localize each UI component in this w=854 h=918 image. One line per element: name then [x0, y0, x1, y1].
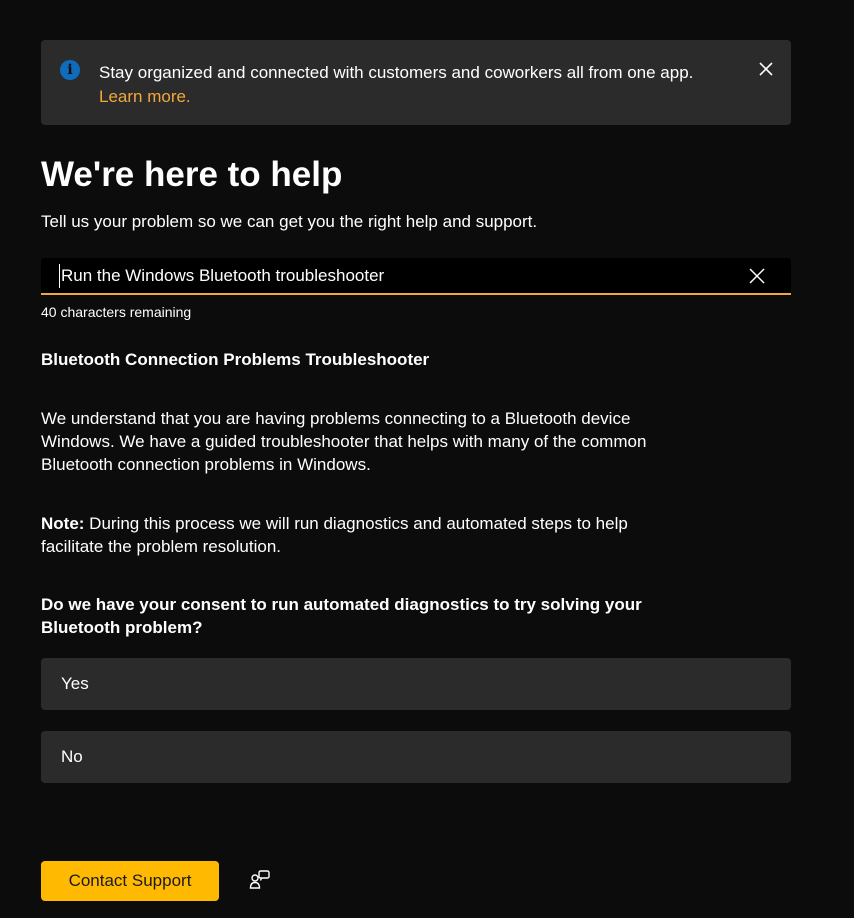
problem-search-box[interactable] — [41, 258, 791, 295]
banner-message: Stay organized and connected with custom… — [99, 63, 694, 82]
share-feedback-icon[interactable] — [248, 868, 272, 892]
info-banner: i Stay organized and connected with cust… — [41, 40, 791, 125]
close-icon[interactable] — [747, 266, 767, 286]
consent-question: Do we have your consent to run automated… — [41, 595, 642, 637]
article-note: Note: During this process we will run di… — [41, 512, 691, 558]
option-label: No — [61, 747, 83, 766]
page-title: We're here to help — [41, 155, 343, 194]
close-icon[interactable] — [755, 58, 777, 80]
problem-search-input[interactable] — [59, 264, 721, 288]
page-subtitle: Tell us your problem so we can get you t… — [41, 212, 538, 231]
article-paragraph: We understand that you are having proble… — [41, 409, 647, 474]
info-icon: i — [60, 60, 80, 80]
note-label: Note: — [41, 514, 85, 533]
note-text: During this process we will run diagnost… — [41, 514, 628, 556]
option-label: Yes — [61, 674, 89, 693]
article-title: Bluetooth Connection Problems Troublesho… — [41, 350, 430, 369]
no-option-button[interactable]: No — [41, 731, 791, 783]
yes-option-button[interactable]: Yes — [41, 658, 791, 710]
learn-more-link[interactable]: Learn more. — [99, 85, 739, 109]
contact-support-button[interactable]: Contact Support — [41, 861, 219, 901]
banner-text: Stay organized and connected with custom… — [99, 61, 739, 109]
characters-remaining: 40 characters remaining — [41, 304, 192, 320]
